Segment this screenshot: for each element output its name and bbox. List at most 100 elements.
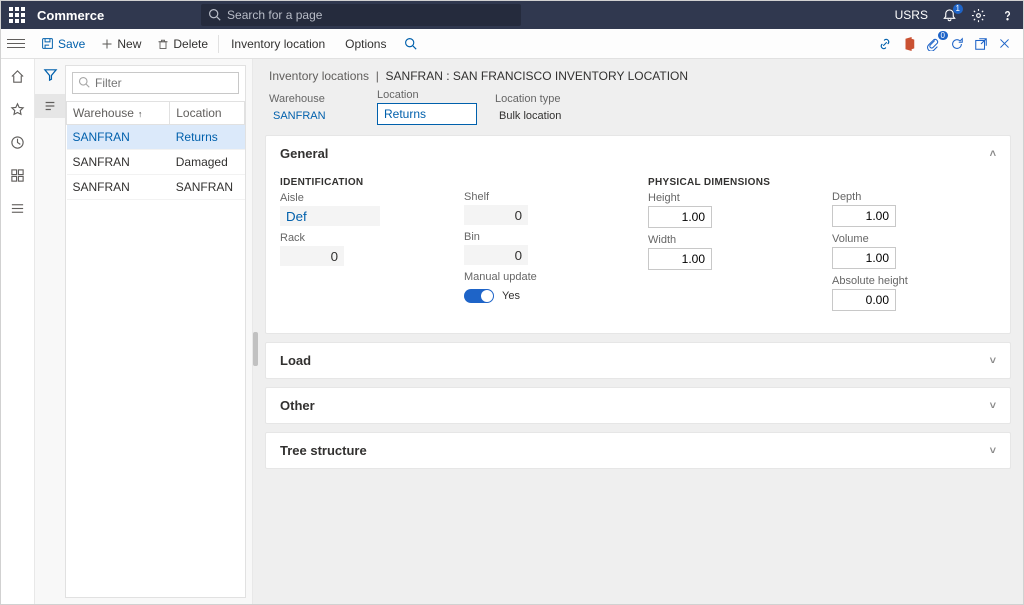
user-label[interactable]: USRS [895,8,928,22]
save-button[interactable]: Save [33,29,93,59]
detail-pane: Inventory locations | SANFRAN : SAN FRAN… [253,59,1023,604]
action-bar: Save New Delete Inventory location Optio… [1,29,1023,59]
shelf-field[interactable] [464,205,528,225]
absheight-label: Absolute height [832,275,996,287]
card-general-header[interactable]: General ˄ [266,136,1010,171]
volume-field[interactable] [832,247,896,269]
separator [218,35,219,53]
depth-field[interactable] [832,205,896,227]
top-right: USRS 1 [895,8,1015,23]
card-other: Other˅ [265,387,1011,424]
height-field[interactable] [648,206,712,228]
col-warehouse[interactable]: Warehouse↑ [67,102,170,125]
volume-label: Volume [832,233,996,245]
popout-icon[interactable] [974,37,988,51]
aisle-field[interactable] [280,206,380,226]
filter-icon[interactable] [43,67,58,82]
workspaces-icon[interactable] [10,168,25,183]
physdim-title: PHYSICAL DIMENSIONS [648,177,812,188]
detail-scrollbar[interactable] [253,332,258,366]
col-location[interactable]: Location [170,102,245,125]
refresh-icon[interactable] [950,37,964,51]
width-field[interactable] [648,248,712,270]
top-nav: Commerce USRS 1 [1,1,1023,29]
nav-toggle-icon[interactable] [7,36,25,51]
recent-icon[interactable] [10,135,25,150]
card-load: Load˅ [265,342,1011,379]
settings-icon[interactable] [971,8,986,23]
card-other-header[interactable]: Other˅ [266,388,1010,423]
breadcrumb: Inventory locations | SANFRAN : SAN FRAN… [259,59,1011,89]
search-container [201,4,521,26]
left-rail [1,59,35,604]
new-label: New [117,37,141,51]
bin-field[interactable] [464,245,528,265]
help-icon[interactable] [1000,8,1015,23]
body: Warehouse↑ Location SANFRANReturns SANFR… [1,59,1023,604]
app-launcher-icon[interactable] [9,7,25,23]
page-search-button[interactable] [396,29,425,59]
new-button[interactable]: New [93,29,149,59]
card-load-header[interactable]: Load˅ [266,343,1010,378]
attachment-count: 0 [938,31,948,40]
header-fields: Warehouse SANFRAN Location Location type… [259,89,1011,135]
bin-label: Bin [464,231,628,243]
location-label: Location [377,89,477,101]
location-input[interactable] [377,103,477,125]
filter-input[interactable] [72,72,239,94]
chevron-up-icon: ˄ [990,148,996,160]
crumb-title: SANFRAN : SAN FRANCISCO INVENTORY LOCATI… [386,69,689,83]
warehouse-label: Warehouse [269,93,359,105]
manual-value: Yes [502,290,520,302]
search-icon [208,8,221,21]
save-label: Save [58,37,85,51]
list-toolbar [35,59,65,604]
favorites-icon[interactable] [10,102,25,117]
card-general: General ˄ IDENTIFICATION Aisle Rack [265,135,1011,334]
chevron-down-icon: ˅ [990,445,996,457]
height-label: Height [648,192,812,204]
identification-title: IDENTIFICATION [280,177,444,188]
loctype-value: Bulk location [495,107,565,125]
manual-label: Manual update [464,271,628,283]
tab-options[interactable]: Options [335,29,396,59]
home-icon[interactable] [10,69,25,84]
width-label: Width [648,234,812,246]
list-grid: Warehouse↑ Location SANFRANReturns SANFR… [66,101,245,200]
rack-field[interactable] [280,246,344,266]
search-input[interactable] [201,4,521,26]
link-icon[interactable] [878,37,892,51]
delete-button[interactable]: Delete [149,29,216,59]
sort-asc-icon: ↑ [138,109,143,119]
modules-icon[interactable] [10,201,25,216]
filter-search-icon [78,76,90,88]
table-row[interactable]: SANFRANDamaged [67,150,245,175]
warehouse-value[interactable]: SANFRAN [269,107,359,125]
related-info-icon[interactable] [35,94,65,118]
rack-label: Rack [280,232,444,244]
close-icon[interactable] [998,37,1011,50]
manual-update-toggle[interactable] [464,289,494,303]
card-tree: Tree structure˅ [265,432,1011,469]
tab-inventory-location[interactable]: Inventory location [221,29,335,59]
office-icon[interactable] [902,37,916,51]
shelf-label: Shelf [464,191,628,203]
notifications-icon[interactable]: 1 [942,8,957,23]
absheight-field[interactable] [832,289,896,311]
chevron-down-icon: ˅ [990,400,996,412]
table-row[interactable]: SANFRANSANFRAN [67,175,245,200]
list-pane: Warehouse↑ Location SANFRANReturns SANFR… [65,65,246,598]
action-right: 0 [878,37,1017,51]
aisle-label: Aisle [280,192,444,204]
attachments-icon[interactable]: 0 [926,37,940,51]
delete-label: Delete [173,37,208,51]
notification-badge: 1 [953,4,963,14]
depth-label: Depth [832,191,996,203]
loctype-label: Location type [495,93,565,105]
brand-title: Commerce [37,8,104,23]
table-row[interactable]: SANFRANReturns [67,125,245,150]
list-pane-wrap: Warehouse↑ Location SANFRANReturns SANFR… [35,59,253,604]
crumb-root[interactable]: Inventory locations [269,69,369,83]
card-tree-header[interactable]: Tree structure˅ [266,433,1010,468]
chevron-down-icon: ˅ [990,355,996,367]
